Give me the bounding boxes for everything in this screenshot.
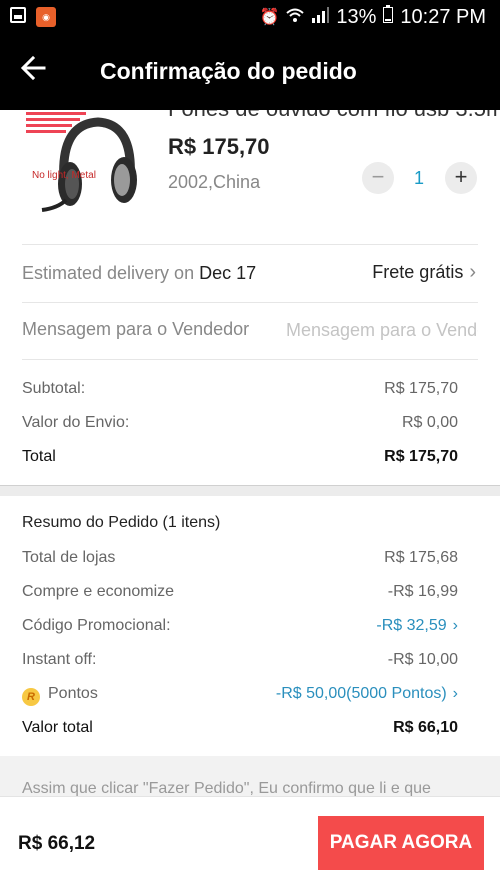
pay-now-button[interactable]: PAGAR AGORA bbox=[318, 816, 484, 870]
terms-section: Assim que clicar "Fazer Pedido", Eu conf… bbox=[0, 756, 500, 796]
shipping-cost-row: Valor do Envio: R$ 0,00 bbox=[22, 414, 458, 432]
points-row[interactable]: R Pontos -R$ 50,00(5000 Pontos) › bbox=[22, 685, 458, 706]
grand-total-value: R$ 66,10 bbox=[393, 719, 458, 736]
summary-value: -R$ 10,00 bbox=[387, 651, 458, 668]
battery-level: 13% bbox=[336, 5, 377, 28]
divider bbox=[22, 244, 478, 245]
summary-row: Compre e economize -R$ 16,99 bbox=[22, 583, 458, 601]
product-image-caption: No light, Metal bbox=[32, 170, 96, 181]
alarm-icon: ⏰ bbox=[259, 9, 280, 26]
terms-text: Assim que clicar "Fazer Pedido", Eu conf… bbox=[22, 780, 431, 796]
battery-icon bbox=[383, 5, 394, 29]
quantity-decrease-button[interactable]: − bbox=[362, 162, 394, 194]
section-divider bbox=[0, 485, 500, 496]
summary-value: -R$ 16,99 bbox=[387, 583, 458, 600]
message-input[interactable] bbox=[286, 316, 478, 344]
grand-total-row: Valor total R$ 66,10 bbox=[22, 719, 458, 737]
summary-title: Resumo do Pedido (1 itens) bbox=[22, 514, 221, 531]
summary-value: R$ 175,68 bbox=[384, 549, 458, 566]
grand-total-label: Valor total bbox=[22, 719, 93, 736]
product-card: Fones de ouvido com fio usb 3.5mm No lig… bbox=[0, 110, 500, 244]
shipping-cost-label: Valor do Envio: bbox=[22, 414, 130, 431]
summary-row: Instant off: -R$ 10,00 bbox=[22, 651, 458, 669]
subtotal-label: Subtotal: bbox=[22, 380, 86, 397]
page-title: Confirmação do pedido bbox=[100, 58, 357, 84]
divider bbox=[22, 302, 478, 303]
shipping-cost-value: R$ 0,00 bbox=[401, 414, 458, 431]
shipping-label: Frete grátis bbox=[372, 262, 464, 282]
promo-code-row[interactable]: Código Promocional: -R$ 32,59 › bbox=[22, 617, 458, 635]
product-image[interactable]: No light, Metal bbox=[22, 112, 148, 224]
summary-label: Código Promocional: bbox=[22, 617, 171, 634]
divider bbox=[22, 359, 478, 360]
promo-code-value: -R$ 32,59 › bbox=[376, 617, 458, 634]
product-variant: 2002,China bbox=[168, 172, 261, 192]
summary-label: Total de lojas bbox=[22, 549, 116, 566]
app-bar: Confirmação do pedido bbox=[0, 34, 500, 110]
delivery-date: Dec 17 bbox=[199, 263, 257, 283]
summary-row: Total de lojas R$ 175,68 bbox=[22, 549, 458, 567]
signal-icon bbox=[311, 6, 330, 29]
shipping-option[interactable]: Frete grátis › bbox=[372, 261, 476, 284]
summary-label: Instant off: bbox=[22, 651, 97, 668]
wifi-icon bbox=[286, 7, 305, 28]
checkout-bar: R$ 66,12 PAGAR AGORA bbox=[0, 796, 500, 889]
chevron-right-icon: › bbox=[469, 261, 476, 283]
product-title[interactable]: Fones de ouvido com fio usb 3.5mm bbox=[168, 110, 500, 122]
total-label: Total bbox=[22, 448, 56, 465]
points-value: -R$ 50,00(5000 Pontos) › bbox=[275, 685, 458, 702]
total-row: Total R$ 175,70 bbox=[22, 448, 458, 466]
summary-label: Compre e economize bbox=[22, 583, 175, 600]
app-icon: ◉ bbox=[36, 7, 56, 27]
points-coin-icon: R bbox=[22, 688, 40, 706]
checkout-total: R$ 66,12 bbox=[18, 833, 96, 854]
summary-label: Pontos bbox=[48, 685, 98, 702]
chevron-right-icon: › bbox=[452, 617, 458, 634]
delivery-label: Estimated delivery on bbox=[22, 263, 200, 283]
subtotal-row: Subtotal: R$ 175,70 bbox=[22, 380, 458, 398]
image-icon bbox=[10, 7, 26, 23]
product-price: R$ 175,70 bbox=[168, 134, 270, 159]
estimated-delivery: Estimated delivery on Dec 17 bbox=[22, 263, 256, 284]
quantity-value: 1 bbox=[413, 168, 424, 188]
quantity-increase-button[interactable]: + bbox=[445, 162, 477, 194]
chevron-right-icon: › bbox=[452, 685, 458, 702]
total-value: R$ 175,70 bbox=[384, 448, 458, 465]
arrow-left-icon[interactable] bbox=[20, 54, 46, 90]
status-bar: ◉ ⏰ 13% 10:27 PM bbox=[0, 0, 500, 34]
message-label: Mensagem para o Vendedor bbox=[22, 319, 250, 339]
clock: 10:27 PM bbox=[400, 5, 486, 28]
subtotal-value: R$ 175,70 bbox=[384, 380, 458, 397]
